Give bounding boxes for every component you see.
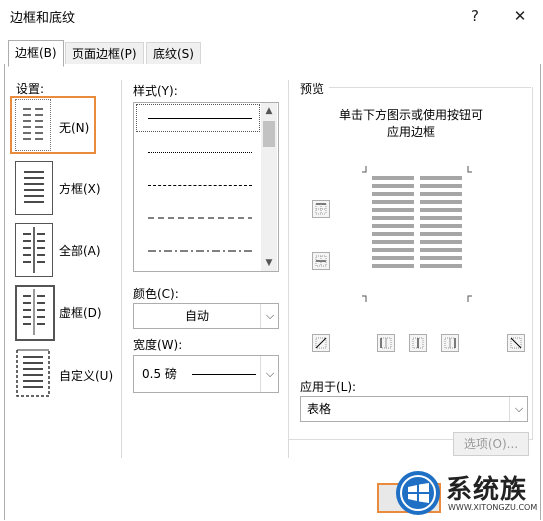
setting-all-icon: [15, 223, 53, 277]
border-right-button[interactable]: [441, 334, 459, 352]
title-bar: 边框和底纹 ? ✕: [0, 0, 543, 32]
border-top-button[interactable]: [312, 200, 330, 218]
setting-grid[interactable]: 虚框(D): [13, 285, 113, 341]
window-title: 边框和底纹: [10, 11, 76, 26]
chevron-down-icon: ⌵: [509, 397, 528, 421]
preview-hint-2: 应用边框: [386, 125, 435, 139]
style-scrollbar[interactable]: ▲ ▼: [261, 103, 277, 271]
watermark-brand: 系统族: [446, 475, 528, 505]
apply-to-select[interactable]: 表格 ⌵: [300, 396, 528, 422]
preview-hint-1: 单击下方图示或使用按钮可: [338, 108, 483, 122]
watermark-url: WWW.XITONGZU.COM: [448, 503, 538, 512]
color-label: 颜色(C):: [133, 287, 179, 301]
help-button[interactable]: ?: [462, 4, 488, 28]
chevron-down-icon: ⌵: [260, 304, 279, 328]
style-item-solid[interactable]: [148, 118, 252, 119]
preview-text-left: [372, 176, 414, 268]
color-value: 自动: [184, 309, 209, 323]
preview-text-right: [420, 176, 462, 268]
divider: [121, 80, 122, 458]
style-item-dashed[interactable]: [148, 185, 252, 186]
scroll-up-icon[interactable]: ▲: [261, 103, 277, 119]
setting-box-label: 方框(X): [59, 182, 101, 196]
style-label: 样式(Y):: [133, 84, 178, 98]
setting-none[interactable]: 无(N): [13, 99, 93, 151]
setting-box[interactable]: 方框(X): [13, 161, 113, 215]
setting-none-icon: [15, 99, 51, 151]
border-inside-vertical-button[interactable]: [409, 334, 427, 352]
setting-grid-label: 虚框(D): [59, 306, 102, 320]
scroll-thumb[interactable]: [263, 121, 275, 147]
width-label: 宽度(W):: [133, 338, 183, 352]
close-button[interactable]: ✕: [507, 4, 533, 28]
border-left-button[interactable]: [377, 334, 395, 352]
border-diagonal-down-button[interactable]: [507, 334, 525, 352]
setting-custom-label: 自定义(U): [59, 369, 114, 383]
settings-heading: 设置:: [16, 82, 45, 96]
setting-all-label: 全部(A): [59, 244, 101, 258]
setting-custom-icon: [15, 347, 51, 399]
tab-shading[interactable]: 底纹(S): [146, 42, 201, 65]
tab-page-border[interactable]: 页面边框(P): [65, 42, 144, 65]
setting-custom[interactable]: 自定义(U): [13, 347, 123, 399]
scroll-down-icon[interactable]: ▼: [261, 255, 277, 271]
setting-none-label: 无(N): [59, 121, 90, 135]
tab-borders[interactable]: 边框(B): [8, 40, 64, 67]
width-select[interactable]: 0.5 磅 ⌵: [133, 355, 279, 393]
border-inside-horizontal-button[interactable]: [312, 252, 330, 270]
setting-all[interactable]: 全部(A): [13, 223, 113, 277]
width-line-sample: [192, 374, 256, 375]
border-diagonal-up-button[interactable]: [312, 334, 330, 352]
apply-to-label: 应用于(L):: [300, 380, 357, 394]
setting-grid-icon: [15, 285, 55, 341]
preview-page[interactable]: [362, 166, 472, 302]
style-item-dotted[interactable]: [148, 152, 252, 153]
watermark: 系统族 WWW.XITONGZU.COM: [394, 465, 543, 521]
setting-box-icon: [15, 161, 53, 215]
apply-to-value: 表格: [307, 402, 332, 416]
width-value: 0.5 磅: [142, 367, 177, 381]
color-select[interactable]: 自动 ⌵: [133, 303, 279, 329]
options-button[interactable]: 选项(O)...: [453, 432, 529, 456]
chevron-down-icon: ⌵: [260, 356, 279, 392]
